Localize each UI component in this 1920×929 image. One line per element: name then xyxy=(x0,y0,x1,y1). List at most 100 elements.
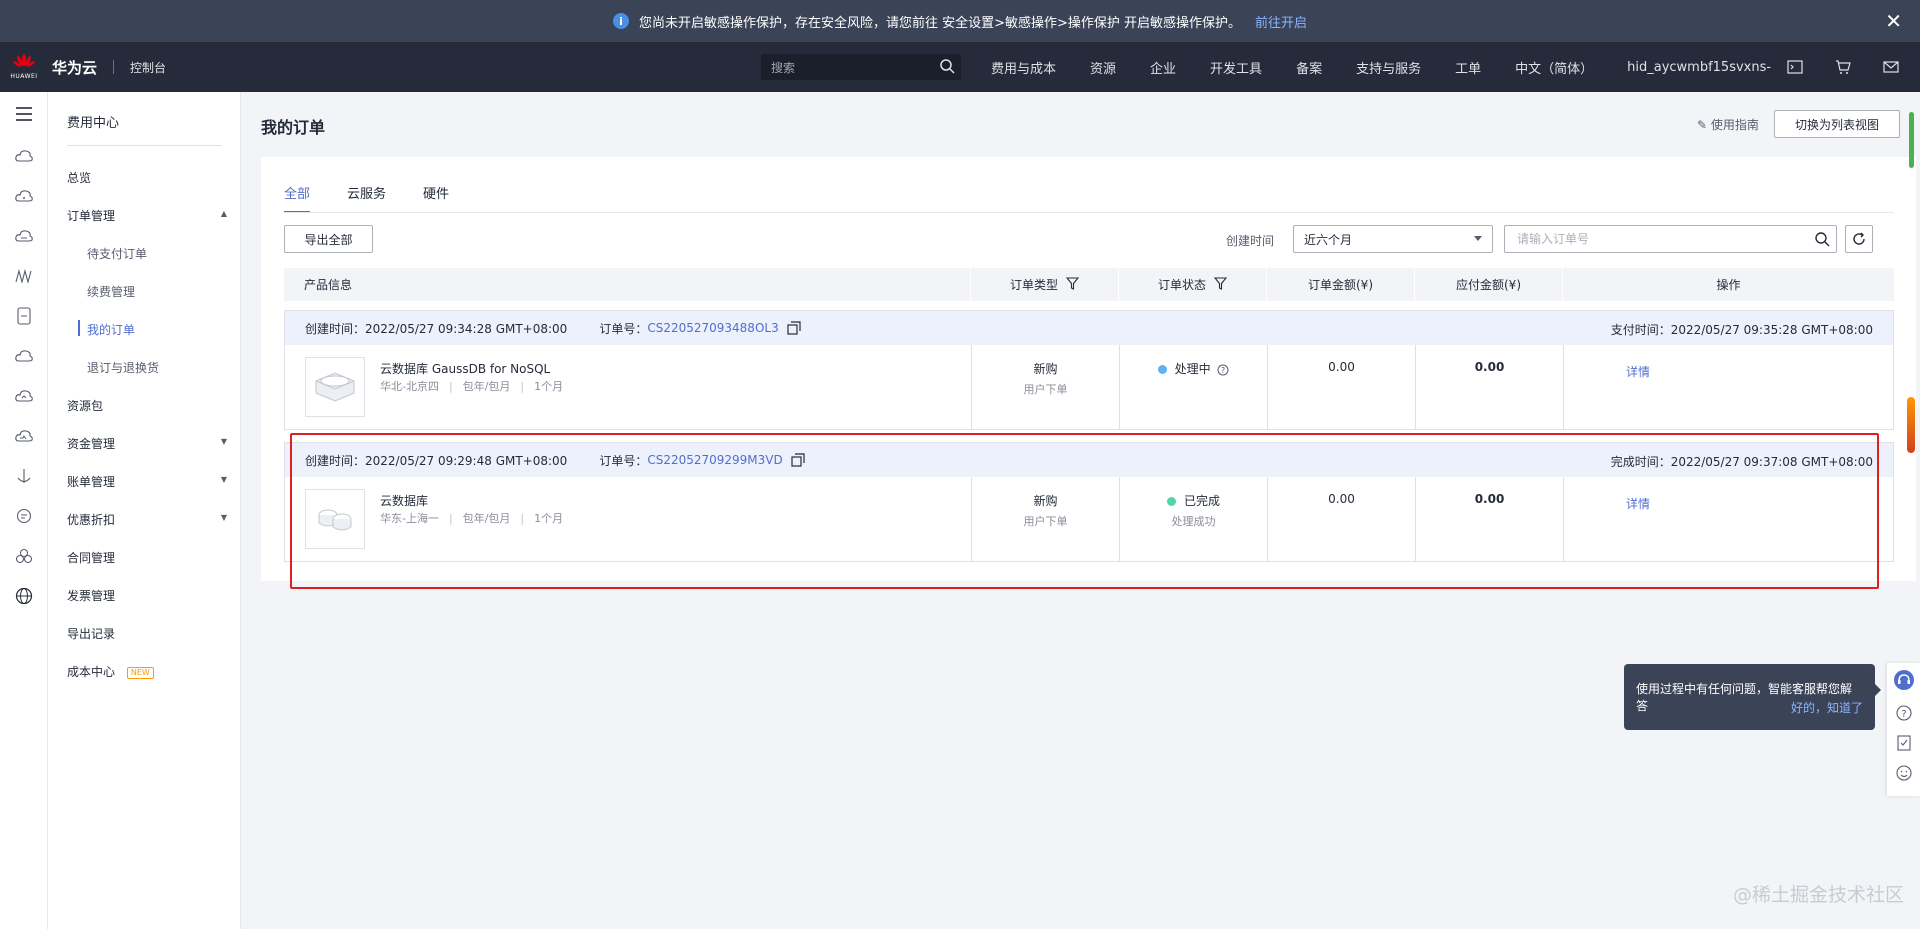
nav-enterprise[interactable]: 企业 xyxy=(1150,58,1176,77)
nav-devtools[interactable]: 开发工具 xyxy=(1210,58,1262,77)
action-cell: 详情 xyxy=(1564,345,1712,429)
region: 华东-上海一 xyxy=(380,512,439,525)
cloud-container-icon[interactable] xyxy=(0,176,48,216)
menu-icon[interactable] xyxy=(0,92,48,136)
col-order-amount: 订单金额(¥) xyxy=(1267,268,1415,301)
scroll-indicator[interactable] xyxy=(1909,112,1914,168)
sidebar-item-contracts[interactable]: 合同管理 xyxy=(67,549,227,566)
details-link[interactable]: 详情 xyxy=(1626,365,1650,379)
cluster-icon[interactable] xyxy=(0,536,48,576)
cloud-server-icon[interactable] xyxy=(0,136,48,176)
anchor-icon[interactable] xyxy=(0,456,48,496)
nav-support[interactable]: 支持与服务 xyxy=(1356,58,1421,77)
customer-service-icon[interactable] xyxy=(1893,669,1915,691)
tab-hardware[interactable]: 硬件 xyxy=(423,183,449,213)
select-value: 近六个月 xyxy=(1304,232,1353,247)
close-icon[interactable]: ✕ xyxy=(1885,9,1902,33)
help-icon[interactable]: ? xyxy=(1217,364,1229,376)
sidebar-item-discounts[interactable]: 优惠折扣 ▼ xyxy=(67,511,227,528)
cart-icon[interactable] xyxy=(1834,58,1852,76)
nav-account[interactable]: hid_aycwmbf15svxns- xyxy=(1627,60,1771,75)
billing-mode: 包年/包月 xyxy=(462,380,511,393)
order-body: 云数据库 华东-上海一 | 包年/包月 | 1个月 新购 用户下单 已完成 处理成功 0… xyxy=(285,477,1893,561)
order-number-input[interactable] xyxy=(1504,225,1837,253)
sidebar-item-cost-center[interactable]: 成本中心 NEW xyxy=(67,663,227,680)
tooltip-dismiss-link[interactable]: 好的，知道了 xyxy=(1791,699,1863,716)
watermark: @稀土掘金技术社区 xyxy=(1733,884,1905,906)
cloud-icon[interactable] xyxy=(0,336,48,376)
sidebar-item-order-management[interactable]: 订单管理 ▲ xyxy=(67,207,227,224)
order-source: 用户下单 xyxy=(1023,383,1068,396)
sidebar-item-export-records[interactable]: 导出记录 xyxy=(67,625,227,642)
console-link[interactable]: 控制台 xyxy=(130,59,166,76)
refresh-button[interactable] xyxy=(1845,225,1873,253)
sidebar-item-pending-orders[interactable]: 待支付订单 xyxy=(87,245,147,262)
order-tabs: 全部 云服务 硬件 xyxy=(284,183,486,213)
export-all-button[interactable]: 导出全部 xyxy=(284,225,373,253)
col-actions: 操作 xyxy=(1716,278,1741,292)
status-dot xyxy=(1166,497,1176,506)
order-amount: 0.00 xyxy=(1328,360,1355,374)
top-navbar: HUAWEI 华为云 控制台 搜索 费用与成本 资源 企业 开发工具 备案 支持… xyxy=(0,42,1920,92)
nav-icp[interactable]: 备案 xyxy=(1296,58,1322,77)
mail-icon[interactable] xyxy=(1882,58,1900,76)
sidebar-item-invoices[interactable]: 发票管理 xyxy=(67,587,227,604)
sidebar-item-renewal[interactable]: 续费管理 xyxy=(87,283,135,300)
smiley-icon[interactable] xyxy=(1895,765,1912,781)
cloud-monitor-icon[interactable] xyxy=(0,416,48,456)
nav-resources[interactable]: 资源 xyxy=(1090,58,1116,77)
global-search[interactable]: 搜索 xyxy=(761,54,961,80)
order-header: 创建时间：2022/05/27 09:29:48 GMT+08:00 订单号： … xyxy=(285,443,1893,477)
search-icon[interactable] xyxy=(1814,231,1830,250)
nav-tickets[interactable]: 工单 xyxy=(1455,58,1481,77)
network-icon[interactable] xyxy=(0,256,48,296)
cloud-database-icon[interactable] xyxy=(0,216,48,256)
edit-icon: ✎ xyxy=(1697,118,1708,132)
chat-icon[interactable] xyxy=(0,496,48,536)
cloud-upload-icon[interactable] xyxy=(0,376,48,416)
table-header: 产品信息 订单类型 订单状态 订单金额(¥) 应付金额(¥) 操作 xyxy=(284,268,1894,301)
divider xyxy=(67,145,222,146)
huawei-logo[interactable]: HUAWEI 华为云 xyxy=(10,53,97,81)
nav-cost[interactable]: 费用与成本 xyxy=(991,58,1056,77)
floating-toolbar: ? xyxy=(1887,663,1920,796)
scroll-indicator[interactable] xyxy=(1907,397,1915,453)
created-time: 创建时间：2022/05/27 09:34:28 GMT+08:00 xyxy=(305,321,568,336)
sidebar-item-resource-packages[interactable]: 资源包 xyxy=(67,397,227,414)
chevron-down-icon: ▼ xyxy=(220,475,227,484)
order-number-link[interactable]: CS22052709299M3VD xyxy=(647,453,782,467)
filter-icon[interactable] xyxy=(1213,276,1228,293)
nav-language[interactable]: 中文（简体） xyxy=(1515,58,1593,77)
feedback-icon[interactable] xyxy=(1896,735,1911,751)
user-guide-link[interactable]: ✎ 使用指南 xyxy=(1697,116,1759,133)
order-status-cell: 处理中 ? xyxy=(1120,345,1268,429)
sidebar-item-bills[interactable]: 账单管理 ▼ xyxy=(67,473,227,490)
service-icon-rail xyxy=(0,92,48,929)
enable-protection-link[interactable]: 前往开启 xyxy=(1255,12,1307,31)
search-icon[interactable] xyxy=(939,58,955,77)
order-number-link[interactable]: CS220527093488OL3 xyxy=(647,321,778,335)
status-detail: 处理成功 xyxy=(1171,515,1216,528)
terminal-icon[interactable] xyxy=(1786,58,1804,76)
sidebar-item-refunds[interactable]: 退订与退换货 xyxy=(87,359,159,376)
product-info-cell: 云数据库 华东-上海一 | 包年/包月 | 1个月 xyxy=(285,477,972,561)
orders-card: 全部 云服务 硬件 导出全部 创建时间 近六个月 产品信息 订单类型 订单状态 … xyxy=(261,157,1916,581)
brand-name: 华为云 xyxy=(52,58,98,77)
sidebar-item-overview[interactable]: 总览 xyxy=(67,169,227,186)
storage-icon[interactable] xyxy=(0,296,48,336)
switch-list-view-button[interactable]: 切换为列表视图 xyxy=(1774,110,1900,138)
copy-icon[interactable] xyxy=(791,453,805,467)
globe-icon[interactable] xyxy=(0,576,48,616)
tab-cloud-services[interactable]: 云服务 xyxy=(347,183,386,213)
tab-all[interactable]: 全部 xyxy=(284,183,311,213)
sidebar-item-funds[interactable]: 资金管理 ▼ xyxy=(67,435,227,452)
copy-icon[interactable] xyxy=(787,321,801,335)
help-icon[interactable]: ? xyxy=(1895,705,1912,721)
created-time-select[interactable]: 近六个月 xyxy=(1293,225,1493,253)
smart-assistant-tooltip: 使用过程中有任何问题，智能客服帮您解答 好的，知道了 xyxy=(1624,664,1881,730)
details-link[interactable]: 详情 xyxy=(1626,497,1650,511)
filter-icon[interactable] xyxy=(1065,276,1080,293)
sidebar-item-my-orders[interactable]: 我的订单 xyxy=(87,321,135,338)
page-title: 我的订单 xyxy=(261,118,326,137)
payment-time: 支付时间：2022/05/27 09:35:28 GMT+08:00 xyxy=(1610,323,1873,337)
